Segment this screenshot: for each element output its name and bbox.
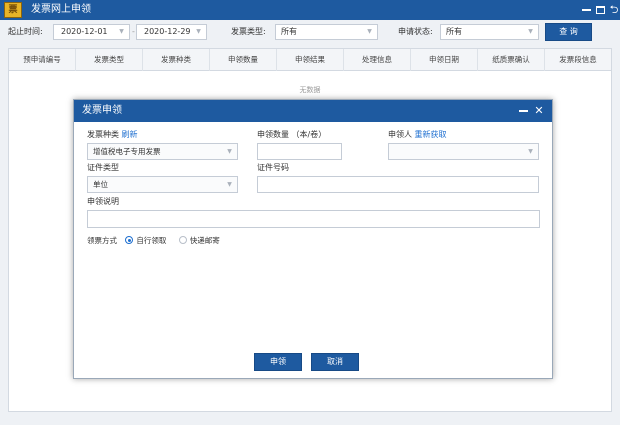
chevron-down-icon: ▼ — [528, 28, 533, 35]
column-header[interactable]: 纸质票确认 — [478, 49, 545, 71]
column-header[interactable]: 预申请编号 — [9, 49, 76, 71]
description-label: 申领说明 — [87, 197, 119, 206]
chevron-down-icon: ▼ — [119, 28, 124, 35]
cert-type-select[interactable]: 单位 ▼ — [87, 176, 238, 193]
minimize-icon[interactable] — [579, 2, 593, 18]
column-header[interactable]: 发票类型 — [76, 49, 143, 71]
pickup-method-group: 领票方式 自行领取 快递邮寄 — [87, 235, 230, 247]
reacquire-link[interactable]: 重新获取 — [415, 130, 447, 139]
column-header[interactable]: 申领结果 — [277, 49, 344, 71]
date-range-label: 起止时间: — [8, 27, 43, 36]
chevron-down-icon: ▼ — [196, 28, 201, 35]
applicant-label-group: 申领人 重新获取 — [388, 130, 447, 140]
dialog-title: 发票申领 — [82, 105, 122, 116]
quantity-input[interactable] — [257, 143, 342, 160]
radio-checked-icon — [125, 236, 134, 244]
invoice-type-select[interactable]: 所有 ▼ — [275, 24, 378, 40]
description-input[interactable] — [87, 210, 540, 228]
chevron-down-icon: ▼ — [367, 28, 372, 35]
column-header[interactable]: 申领数量 — [210, 49, 277, 71]
applicant-label: 申领人 — [388, 130, 412, 139]
invoice-kind-value: 增值税电子专用发票 — [93, 147, 161, 156]
title-bar: 票 发票网上申领 ⮌ — [0, 0, 620, 20]
query-button[interactable]: 查 询 — [545, 23, 592, 41]
date-separator: - — [132, 27, 135, 36]
invoice-kind-select[interactable]: 增值税电子专用发票 ▼ — [87, 143, 238, 160]
chevron-down-icon: ▼ — [528, 148, 533, 155]
close-icon[interactable]: ✕ — [532, 103, 546, 119]
column-header[interactable]: 发票种类 — [143, 49, 210, 71]
start-date-field[interactable]: 2020-12-01 ▼ — [53, 24, 130, 40]
chevron-down-icon: ▼ — [227, 181, 232, 188]
apply-button[interactable]: 申领 — [254, 353, 302, 371]
empty-table-message: 无数据 — [299, 86, 321, 94]
column-header[interactable]: 发票段信息 — [545, 49, 611, 71]
self-pickup-label: 自行领取 — [136, 236, 167, 245]
express-mail-option[interactable]: 快递邮寄 — [178, 235, 220, 247]
exit-icon[interactable]: ⮌ — [607, 2, 620, 18]
invoice-type-value: 所有 — [281, 27, 297, 36]
status-select[interactable]: 所有 ▼ — [440, 24, 539, 40]
applicant-select[interactable]: ▼ — [388, 143, 539, 160]
express-mail-label: 快递邮寄 — [189, 236, 220, 245]
table-header: 预申请编号 发票类型 发票种类 申领数量 申领结果 处理信息 申领日期 纸质票确… — [9, 49, 611, 71]
cert-no-label: 证件号码 — [257, 163, 289, 172]
minimize-icon[interactable] — [516, 103, 530, 119]
invoice-type-label: 发票类型: — [231, 27, 266, 36]
end-date-value: 2020-12-29 — [144, 27, 191, 36]
dialog-header: 发票申领 ✕ — [74, 100, 552, 122]
start-date-value: 2020-12-01 — [61, 27, 108, 36]
quantity-label: 申领数量 （本/卷） — [257, 130, 327, 139]
invoice-kind-label-group: 发票种类 刷新 — [87, 130, 138, 140]
restore-icon[interactable] — [593, 2, 607, 18]
chevron-down-icon: ▼ — [227, 148, 232, 155]
invoice-logo: 票 — [4, 2, 22, 18]
column-header[interactable]: 申领日期 — [411, 49, 478, 71]
cert-no-input[interactable] — [257, 176, 539, 193]
cancel-button[interactable]: 取消 — [311, 353, 359, 371]
column-header[interactable]: 处理信息 — [344, 49, 411, 71]
refresh-link[interactable]: 刷新 — [122, 130, 138, 139]
window-title: 发票网上申领 — [31, 4, 91, 15]
invoice-apply-dialog: 发票申领 ✕ 发票种类 刷新 增值税电子专用发票 ▼ 申领数量 （本/卷） 申领… — [73, 99, 553, 379]
invoice-kind-label: 发票种类 — [87, 130, 119, 139]
radio-unchecked-icon — [178, 236, 187, 244]
status-value: 所有 — [446, 27, 462, 36]
status-label: 申请状态: — [398, 27, 433, 36]
end-date-field[interactable]: 2020-12-29 ▼ — [136, 24, 207, 40]
cert-type-label: 证件类型 — [87, 163, 119, 172]
self-pickup-option[interactable]: 自行领取 — [125, 235, 166, 247]
pickup-method-label: 领票方式 — [87, 236, 117, 245]
cert-type-value: 单位 — [93, 180, 108, 189]
